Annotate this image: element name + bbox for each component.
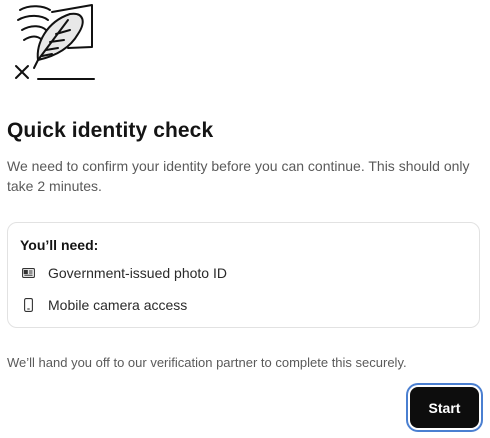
id-card-icon [20,265,36,281]
page-description: We need to confirm your identity before … [7,158,470,194]
requirement-item-mobile-camera: Mobile camera access [20,295,187,315]
identity-check-page: Quick identity check We need to confirm … [0,0,490,438]
requirements-heading: You’ll need: [20,237,99,253]
start-button[interactable]: Start [410,387,479,428]
requirement-label: Government-issued photo ID [48,265,227,281]
requirements-card: You’ll need: Government-issued photo ID [7,222,480,328]
requirement-item-photo-id: Government-issued photo ID [20,263,227,283]
mobile-phone-icon [20,297,36,313]
page-title: Quick identity check [7,119,214,142]
requirement-label: Mobile camera access [48,297,188,313]
handoff-notice: We’ll hand you off to our verification p… [7,355,407,370]
feather-signature-icon [12,2,98,84]
